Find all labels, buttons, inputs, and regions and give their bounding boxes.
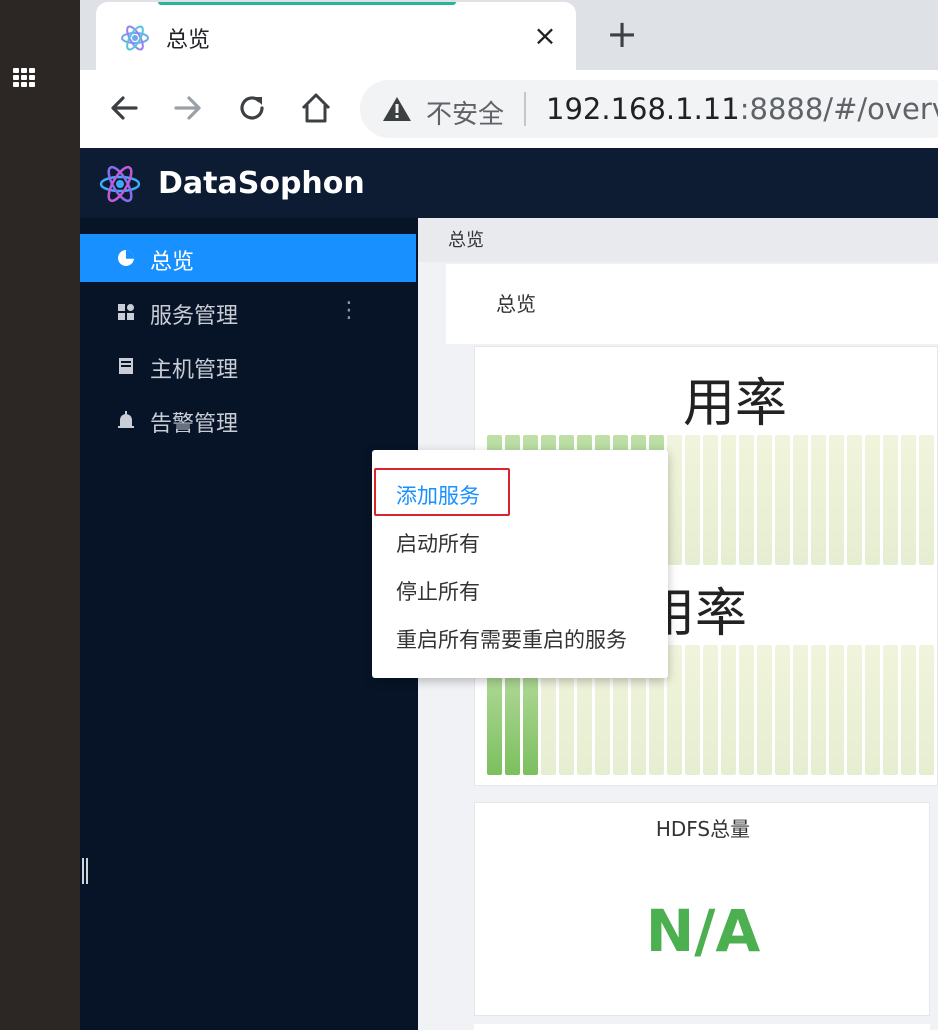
next-card-edge (474, 1024, 930, 1030)
usage-bar-segment (883, 435, 898, 565)
omnibox-separator (524, 92, 526, 126)
appstore-icon (118, 304, 134, 320)
brand-name: DataSophon (158, 166, 365, 201)
app-root: DataSophon 总览 服务管理 ⋮ 主机管理 告警管理 总览 总览 用率 … (80, 148, 938, 1030)
usage-bar-segment (685, 435, 700, 565)
usage-bar-segment (703, 645, 718, 775)
forward-button[interactable] (164, 84, 212, 132)
usage-bar-segment (865, 645, 880, 775)
hdfs-value: N/A (645, 897, 761, 965)
usage-bar-segment (865, 435, 880, 565)
usage-bar-segment (703, 435, 718, 565)
overview-card-header: 总览 (446, 264, 938, 344)
sidebar-item-hosts[interactable]: 主机管理 (80, 342, 418, 390)
hdfs-total-card: HDFS总量 N/A (474, 802, 930, 1016)
tab-close-icon[interactable]: × (530, 18, 560, 54)
usage-bar-segment (919, 645, 934, 775)
service-actions-dropdown: 添加服务 启动所有 停止所有 重启所有需要重启的服务 (372, 450, 668, 678)
usage-bar-segment (721, 435, 736, 565)
reload-icon (240, 96, 264, 120)
sidebar-item-alerts[interactable]: 告警管理 (80, 396, 418, 444)
home-icon (301, 93, 331, 123)
os-side-strip (0, 0, 80, 1030)
usage-bar-segment (775, 435, 790, 565)
browser-tab[interactable]: 总览 × (96, 2, 576, 70)
sidebar-resize-handle[interactable] (82, 858, 90, 884)
atom-favicon-icon (121, 25, 149, 51)
apps-grid-icon[interactable] (13, 68, 39, 90)
url-text[interactable]: 192.168.1.11:8888/#/overview (546, 92, 938, 126)
sidebar-item-label: 主机管理 (150, 358, 239, 383)
breadcrumb[interactable]: 总览 (448, 226, 484, 252)
browser-toolbar: 不安全 192.168.1.11:8888/#/overview (80, 70, 938, 148)
usage-bar-segment (847, 645, 862, 775)
usage-bar-segment (721, 645, 736, 775)
hdfs-title: HDFS总量 (655, 817, 751, 841)
usage-bar-segment (829, 435, 844, 565)
usage-bar-segment (757, 435, 772, 565)
browser-window: 总览 × + 不安全 192.168.1.11:8888/#/over Data… (80, 0, 938, 1030)
address-bar[interactable]: 不安全 192.168.1.11:8888/#/overview (360, 80, 938, 138)
usage-bar-segment (919, 435, 934, 565)
tab-accent-bar (158, 2, 456, 5)
usage-bar-segment (883, 645, 898, 775)
usage-bar-segment (793, 645, 808, 775)
tab-strip: 总览 × + (80, 0, 938, 70)
card-title: 总览 (496, 292, 536, 316)
more-vertical-icon[interactable]: ⋮ (338, 298, 360, 323)
url-path: :8888/#/overview (739, 92, 938, 126)
usage-bar-segment (901, 645, 916, 775)
usage-bar-segment (811, 435, 826, 565)
arrow-left-icon (111, 96, 138, 120)
not-secure-label: 不安全 (426, 100, 505, 130)
usage-bar-segment (901, 435, 916, 565)
usage-bar-segment (757, 645, 772, 775)
warning-icon (383, 97, 411, 121)
usage-bar-segment (847, 435, 862, 565)
usage-bar-segment (739, 645, 754, 775)
home-button[interactable] (292, 84, 340, 132)
usage-bar-segment (775, 645, 790, 775)
sidebar-item-label: 总览 (150, 250, 195, 275)
usage-bar-segment (667, 645, 682, 775)
usage-bar-segment (793, 435, 808, 565)
tab-title: 总览 (166, 28, 211, 53)
sidebar-item-label: 服务管理 (150, 304, 239, 329)
menu-item-add-service[interactable]: 添加服务 (396, 480, 480, 510)
server-icon (119, 358, 133, 374)
sidebar-item-label: 告警管理 (150, 412, 239, 437)
back-button[interactable] (100, 84, 148, 132)
usage-bar-segment (739, 435, 754, 565)
menu-item-stop-all[interactable]: 停止所有 (396, 576, 480, 606)
menu-item-restart-required[interactable]: 重启所有需要重启的服务 (396, 624, 627, 654)
sidebar: 总览 服务管理 ⋮ 主机管理 告警管理 (80, 218, 418, 1030)
app-header: DataSophon (80, 148, 938, 218)
sidebar-item-services[interactable]: 服务管理 ⋮ (80, 288, 418, 336)
arrow-right-icon (174, 96, 201, 120)
alarm-icon (118, 411, 134, 428)
usage-bar-segment (829, 645, 844, 775)
new-tab-button[interactable]: + (602, 14, 642, 54)
url-host: 192.168.1.11 (546, 92, 740, 126)
menu-item-start-all[interactable]: 启动所有 (396, 528, 480, 558)
sidebar-item-overview[interactable]: 总览 (80, 234, 416, 282)
usage-bar-segment (811, 645, 826, 775)
usage-bar-segment (685, 645, 700, 775)
breadcrumb-bar: 总览 (418, 218, 938, 262)
usage-bar-segment (667, 435, 682, 565)
atom-logo-icon (99, 165, 141, 203)
memory-usage-title: 用率 (683, 374, 788, 434)
reload-button[interactable] (228, 84, 276, 132)
pie-chart-icon (118, 250, 134, 266)
